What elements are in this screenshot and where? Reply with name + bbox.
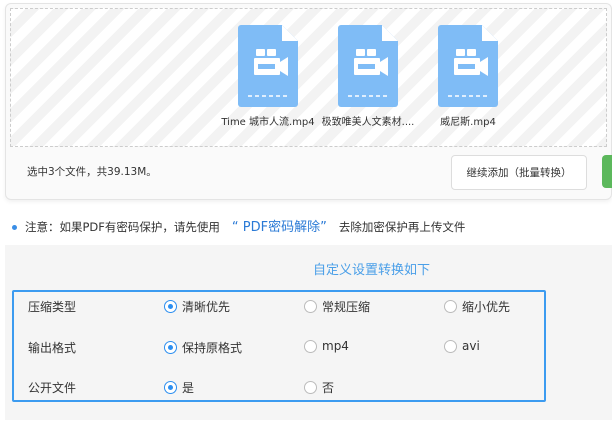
setting-label: 公开文件 <box>28 381 77 395</box>
notice-prefix: 注意：如果PDF有密码保护，请先使用 <box>25 220 220 234</box>
setting-row: 压缩类型 清晰优先 常规压缩 缩小优先 <box>14 298 544 318</box>
option-label: 清晰优先 <box>182 300 231 314</box>
radio-option[interactable]: 否 <box>304 379 334 396</box>
video-file-icon <box>238 25 298 107</box>
file-item[interactable]: Time 城市人流.mp4 <box>218 25 318 128</box>
radio-button[interactable] <box>164 341 177 354</box>
radio-option[interactable]: 常规压缩 <box>304 298 370 315</box>
video-file-icon <box>338 25 398 107</box>
setting-row: 公开文件 是 否 <box>14 379 544 399</box>
file-item[interactable]: 极致唯美人文素材.... <box>318 25 418 128</box>
setting-label: 压缩类型 <box>28 300 77 314</box>
option-label: mp4 <box>322 339 349 353</box>
settings-panel: 自定义设置转换如下 压缩类型 清晰优先 常规压缩 缩小优先输出格式 保持原格式 mp4 av… <box>5 245 612 420</box>
option-label: 是 <box>182 381 195 395</box>
radio-option[interactable]: 清晰优先 <box>164 298 230 315</box>
radio-option[interactable]: 保持原格式 <box>164 339 242 356</box>
selection-status: 选中3个文件，共39.13M。 <box>27 166 157 178</box>
radio-button[interactable] <box>304 300 317 313</box>
option-label: 缩小优先 <box>462 300 511 314</box>
radio-button[interactable] <box>304 381 317 394</box>
file-name: 极致唯美人文素材.... <box>321 117 415 128</box>
radio-option[interactable]: 缩小优先 <box>444 298 510 315</box>
video-file-icon <box>438 25 498 107</box>
radio-button[interactable] <box>444 300 457 313</box>
radio-option[interactable]: avi <box>444 339 480 353</box>
bullet-icon <box>12 225 17 230</box>
option-label: 否 <box>322 381 335 395</box>
option-label: avi <box>462 339 480 353</box>
option-label: 保持原格式 <box>182 341 243 355</box>
add-more-button[interactable]: 继续添加（批量转换） <box>451 155 587 190</box>
file-item[interactable]: 威尼斯.mp4 <box>418 25 518 128</box>
pdf-unlock-link[interactable]: “ PDF密码解除” <box>232 220 327 235</box>
notice-suffix: 去除加密保护再上传文件 <box>338 220 466 234</box>
notice: 注意：如果PDF有密码保护，请先使用 “ PDF密码解除” 去除加密保护再上传文件 <box>12 216 465 235</box>
radio-button[interactable] <box>164 381 177 394</box>
radio-button[interactable] <box>304 339 317 353</box>
settings-title: 自定义设置转换如下 <box>313 263 431 278</box>
setting-label: 输出格式 <box>28 341 77 355</box>
option-label: 常规压缩 <box>322 300 371 314</box>
file-name: Time 城市人流.mp4 <box>221 117 315 128</box>
radio-button[interactable] <box>164 300 177 313</box>
setting-row: 输出格式 保持原格式 mp4 avi <box>14 339 544 359</box>
radio-option[interactable]: mp4 <box>304 339 349 353</box>
radio-button[interactable] <box>444 339 457 353</box>
radio-option[interactable]: 是 <box>164 379 194 396</box>
settings-box: 压缩类型 清晰优先 常规压缩 缩小优先输出格式 保持原格式 mp4 avi 公开文件 是 否 <box>12 290 546 402</box>
file-name: 威尼斯.mp4 <box>440 117 496 128</box>
start-button[interactable] <box>602 155 612 188</box>
